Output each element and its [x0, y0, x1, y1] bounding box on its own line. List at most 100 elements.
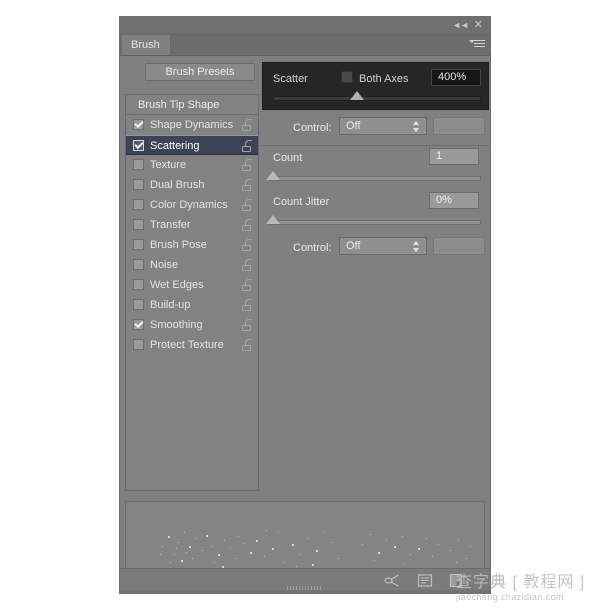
preview-dot [162, 546, 163, 547]
checkbox-dual-brush[interactable] [133, 179, 144, 190]
scatter-value-field[interactable]: 400% [431, 69, 481, 86]
chevron-updown-icon [413, 241, 420, 252]
preview-dot [184, 532, 185, 533]
watermark-url: jiaocheng.chazidian.com [456, 592, 564, 602]
scatter-control-aux-box [433, 117, 485, 135]
preview-dot [426, 538, 427, 539]
both-axes-checkbox[interactable] [341, 71, 353, 83]
checkbox-smoothing[interactable] [133, 319, 144, 330]
lock-open-icon[interactable] [242, 199, 252, 211]
lock-open-icon[interactable] [242, 299, 252, 311]
checkbox-noise[interactable] [133, 259, 144, 270]
option-row-noise[interactable]: Noise [126, 255, 258, 275]
checkbox-shape-dynamics[interactable] [133, 119, 144, 130]
preview-dot [230, 548, 231, 549]
preview-dot [181, 560, 183, 562]
option-row-transfer[interactable]: Transfer [126, 215, 258, 235]
lock-open-icon[interactable] [242, 159, 252, 171]
count-slider-thumb[interactable] [266, 171, 280, 180]
option-row-brush-pose[interactable]: Brush Pose [126, 235, 258, 255]
preview-dot [238, 536, 239, 537]
lock-open-icon[interactable] [242, 219, 252, 231]
tab-brush[interactable]: Brush [122, 35, 171, 55]
lock-open-icon[interactable] [242, 140, 252, 152]
count-jitter-slider[interactable] [266, 215, 481, 225]
watermark-section: [ 教程网 ] [512, 574, 586, 591]
checkbox-wet-edges[interactable] [133, 279, 144, 290]
option-row-build-up[interactable]: Build-up [126, 295, 258, 315]
lock-open-icon[interactable] [242, 179, 252, 191]
watermark: 查字典 [ 教程网 ] jiaocheng.chazidian.com [456, 574, 596, 608]
option-row-dual-brush[interactable]: Dual Brush [126, 175, 258, 195]
count-value-field[interactable]: 1 [429, 148, 479, 165]
preview-dot [244, 543, 245, 544]
option-row-color-dynamics[interactable]: Color Dynamics [126, 195, 258, 215]
count-jitter-value-field[interactable]: 0% [429, 192, 479, 209]
option-label: Transfer [150, 219, 191, 231]
preview-dot [250, 552, 252, 554]
checkbox-texture[interactable] [133, 159, 144, 170]
chevron-updown-icon [413, 121, 420, 132]
lock-open-icon[interactable] [242, 339, 252, 351]
tab-strip: Brush [120, 35, 490, 56]
checkbox-color-dynamics[interactable] [133, 199, 144, 210]
preview-dot [450, 550, 451, 551]
right-column: Scatter Both Axes 400% Control: Off Coun… [261, 55, 489, 491]
lock-open-icon[interactable] [242, 239, 252, 251]
collapse-panel-icon[interactable]: ◄◄ [452, 19, 469, 31]
preview-dot [438, 544, 439, 545]
preview-dot [394, 546, 396, 548]
brush-option-list: Brush Tip Shape Shape Dynamics Scatterin… [125, 94, 259, 491]
scatter-control-dropdown[interactable]: Off [339, 117, 427, 135]
close-icon[interactable]: ✕ [474, 19, 483, 31]
option-label: Scattering [150, 140, 200, 152]
brush-stroke-icon[interactable] [384, 573, 400, 588]
lock-open-icon[interactable] [242, 259, 252, 271]
checkbox-scattering[interactable] [133, 140, 144, 151]
brush-presets-button[interactable]: Brush Presets [145, 63, 255, 81]
checkbox-build-up[interactable] [133, 299, 144, 310]
preview-dot [224, 540, 225, 541]
checkbox-protect-texture[interactable] [133, 339, 144, 350]
option-row-smoothing[interactable]: Smoothing [126, 315, 258, 335]
scatter-slider-thumb[interactable] [350, 91, 364, 100]
lock-open-icon[interactable] [242, 319, 252, 331]
lock-open-icon[interactable] [242, 279, 252, 291]
scatter-control-label: Control: [293, 122, 332, 134]
screenshot-root: ◄◄ ✕ Brush Brush Presets Brush Tip Shape [0, 0, 600, 611]
option-row-wet-edges[interactable]: Wet Edges [126, 275, 258, 295]
preview-dot [186, 552, 187, 553]
option-row-protect-texture[interactable]: Protect Texture [126, 335, 258, 355]
watermark-main: 查字典 [ 教程网 ] [456, 574, 596, 592]
preview-dot [410, 554, 411, 555]
scatter-slider[interactable] [273, 91, 481, 101]
preview-dot [324, 532, 325, 533]
option-label: Shape Dynamics [150, 119, 234, 131]
preview-dot [312, 564, 314, 566]
new-brush-preset-icon[interactable] [417, 573, 433, 588]
panel-titlebar: ◄◄ ✕ [120, 17, 490, 35]
preview-dot [178, 542, 179, 543]
jitter-control-dropdown[interactable]: Off [339, 237, 427, 255]
preview-dot [308, 538, 309, 539]
option-row-texture[interactable]: Texture [126, 155, 258, 175]
preview-dot [206, 535, 208, 537]
panel-menu-icon[interactable] [469, 38, 485, 50]
brush-tip-shape-header[interactable]: Brush Tip Shape [126, 95, 258, 115]
preview-dot [470, 546, 471, 547]
count-jitter-slider-thumb[interactable] [266, 215, 280, 224]
option-label: Protect Texture [150, 339, 224, 351]
checkbox-brush-pose[interactable] [133, 239, 144, 250]
count-slider[interactable] [266, 171, 481, 181]
preview-dot [296, 566, 297, 567]
option-row-scattering[interactable]: Scattering [126, 135, 258, 155]
option-label: Texture [150, 159, 187, 171]
checkbox-transfer[interactable] [133, 219, 144, 230]
preview-dot [168, 536, 170, 538]
preview-dot [316, 550, 318, 552]
option-row-shape-dynamics[interactable]: Shape Dynamics [126, 115, 258, 135]
preview-dot [256, 540, 258, 542]
preview-dot [170, 562, 171, 563]
preview-dot [402, 536, 403, 537]
lock-open-icon[interactable] [242, 119, 252, 131]
